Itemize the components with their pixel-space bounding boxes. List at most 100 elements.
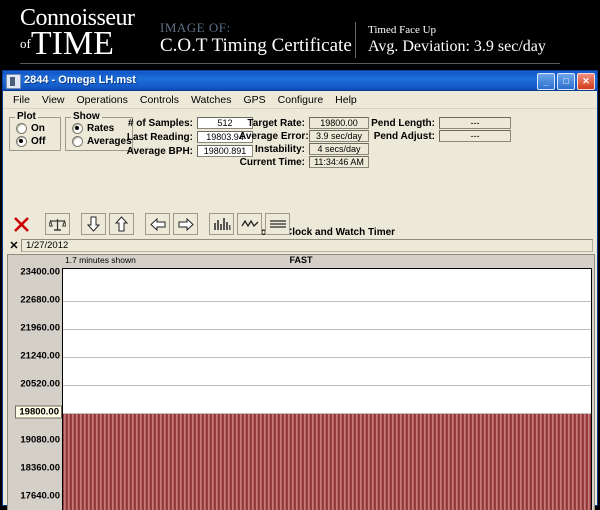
y-tick-1: 22680.00 bbox=[20, 295, 60, 306]
gridline-2 bbox=[63, 329, 591, 330]
arrow-right-icon bbox=[178, 218, 194, 231]
target-rate-row: Target Rate: 19800.00 bbox=[239, 117, 369, 129]
toolbar bbox=[9, 213, 290, 235]
bar-chart-icon bbox=[213, 217, 231, 231]
balance-scale-icon bbox=[49, 217, 66, 232]
samples-row: # of Samples: 512 bbox=[125, 117, 253, 129]
y-tick-6: 19080.00 bbox=[20, 435, 60, 446]
bar-chart-view-button[interactable] bbox=[209, 213, 234, 235]
show-rates-option[interactable]: Rates bbox=[72, 122, 132, 135]
show-averages-radio[interactable] bbox=[72, 136, 83, 147]
move-down-button[interactable] bbox=[81, 213, 106, 235]
y-tick-8: 17640.00 bbox=[20, 491, 60, 502]
average-error-label: Average Error: bbox=[239, 131, 305, 142]
close-icon: ✕ bbox=[578, 75, 594, 87]
pend-length-value: --- bbox=[439, 117, 511, 129]
average-bph-row: Average BPH: 19800.891 bbox=[125, 145, 253, 157]
avg-deviation-label: Avg. Deviation: 3.9 sec/day bbox=[368, 37, 546, 56]
show-group: Show Rates Averages bbox=[65, 117, 133, 151]
target-rate-label: Target Rate: bbox=[239, 118, 305, 129]
close-button[interactable]: ✕ bbox=[577, 73, 595, 90]
control-panel: Plot On Off Show bbox=[3, 109, 597, 179]
show-group-title: Show bbox=[71, 111, 102, 122]
strip-chart-view-button[interactable] bbox=[265, 213, 290, 235]
chart-plot-area[interactable] bbox=[62, 268, 592, 510]
balance-scale-button[interactable] bbox=[45, 213, 70, 235]
banner-rule bbox=[20, 63, 560, 64]
average-error-value: 3.9 sec/day bbox=[309, 130, 369, 142]
pend-adjust-label: Pend Adjust: bbox=[369, 131, 435, 142]
wave-line-icon bbox=[241, 218, 259, 230]
application-icon bbox=[6, 74, 21, 89]
move-right-button[interactable] bbox=[173, 213, 198, 235]
menu-item-operations[interactable]: Operations bbox=[71, 93, 134, 107]
rate-bars-series bbox=[63, 414, 591, 510]
session-date-field[interactable]: 1/27/2012 bbox=[21, 239, 593, 252]
instability-label: Instability: bbox=[239, 144, 305, 155]
brand-time-text: TIME bbox=[31, 25, 114, 62]
image-of-label: IMAGE OF: bbox=[160, 20, 352, 35]
brand-logo: Connoisseur ofTIME bbox=[20, 6, 135, 60]
arrow-left-icon bbox=[150, 218, 166, 231]
delete-button[interactable] bbox=[9, 213, 34, 235]
chart-y-axis: 23400.00 22680.00 21960.00 21240.00 2052… bbox=[8, 266, 62, 510]
y-tick-7: 18360.00 bbox=[20, 463, 60, 474]
menu-item-help[interactable]: Help bbox=[329, 93, 363, 107]
gridline-3 bbox=[63, 357, 591, 358]
brand-line-time: ofTIME bbox=[20, 28, 135, 60]
menu-item-file[interactable]: File bbox=[7, 93, 36, 107]
window-title: 2844 - Omega LH.mst bbox=[24, 74, 136, 86]
timing-chart: 1.7 minutes shown FAST 23400.00 22680.00… bbox=[7, 254, 595, 510]
chart-body: 23400.00 22680.00 21960.00 21240.00 2052… bbox=[8, 266, 594, 510]
certificate-banner: Connoisseur ofTIME IMAGE OF: C.O.T Timin… bbox=[0, 0, 600, 70]
face-position-label: Timed Face Up bbox=[368, 24, 546, 37]
pend-length-label: Pend Length: bbox=[369, 118, 435, 129]
screenshot-root: Connoisseur ofTIME IMAGE OF: C.O.T Timin… bbox=[0, 0, 600, 510]
average-error-row: Average Error: 3.9 sec/day bbox=[239, 130, 369, 142]
instability-row: Instability: 4 secs/day bbox=[239, 143, 369, 155]
menu-item-view[interactable]: View bbox=[36, 93, 71, 107]
samples-label: # of Samples: bbox=[125, 118, 193, 129]
plot-on-radio[interactable] bbox=[16, 123, 27, 134]
gridline-4 bbox=[63, 385, 591, 386]
current-time-row: Current Time: 11:34:46 AM bbox=[239, 156, 369, 168]
move-left-button[interactable] bbox=[145, 213, 170, 235]
current-time-label: Current Time: bbox=[239, 157, 305, 168]
line-chart-view-button[interactable] bbox=[237, 213, 262, 235]
pend-length-row: Pend Length: --- bbox=[369, 117, 511, 129]
close-session-button[interactable]: ✕ bbox=[7, 239, 21, 252]
plot-on-label: On bbox=[31, 123, 45, 134]
menu-item-configure[interactable]: Configure bbox=[272, 93, 330, 107]
window-title-bar[interactable]: 2844 - Omega LH.mst _ □ ✕ bbox=[3, 71, 597, 91]
y-tick-4: 20520.00 bbox=[20, 379, 60, 390]
minimize-button[interactable]: _ bbox=[537, 73, 555, 90]
menu-item-controls[interactable]: Controls bbox=[134, 93, 185, 107]
menu-item-watches[interactable]: Watches bbox=[185, 93, 237, 107]
arrow-up-icon bbox=[115, 216, 128, 232]
microset-application-window: 2844 - Omega LH.mst _ □ ✕ File View Oper… bbox=[2, 70, 598, 506]
certificate-title: C.O.T Timing Certificate bbox=[160, 35, 352, 57]
plot-group-title: Plot bbox=[15, 111, 38, 122]
plot-off-radio[interactable] bbox=[16, 136, 27, 147]
maximize-button[interactable]: □ bbox=[557, 73, 575, 90]
chart-fast-label: FAST bbox=[8, 255, 594, 265]
show-rates-radio[interactable] bbox=[72, 123, 83, 134]
instability-value: 4 secs/day bbox=[309, 143, 369, 155]
banner-center-block: IMAGE OF: C.O.T Timing Certificate bbox=[160, 20, 352, 57]
plot-off-label: Off bbox=[31, 136, 45, 147]
horizontal-lines-icon bbox=[269, 218, 287, 230]
move-up-button[interactable] bbox=[109, 213, 134, 235]
plot-on-option[interactable]: On bbox=[16, 122, 60, 135]
brand-of-text: of bbox=[20, 36, 31, 51]
menu-item-gps[interactable]: GPS bbox=[237, 93, 271, 107]
show-averages-option[interactable]: Averages bbox=[72, 135, 132, 148]
gridline-1 bbox=[63, 301, 591, 302]
y-tick-3: 21240.00 bbox=[20, 351, 60, 362]
average-bph-label: Average BPH: bbox=[125, 146, 193, 157]
plot-off-option[interactable]: Off bbox=[16, 135, 60, 148]
session-date-row: ✕ 1/27/2012 bbox=[7, 239, 593, 252]
y-tick-0: 23400.00 bbox=[20, 267, 60, 278]
plot-group: Plot On Off bbox=[9, 117, 61, 151]
chart-header: 1.7 minutes shown FAST bbox=[8, 255, 594, 266]
menu-bar: File View Operations Controls Watches GP… bbox=[3, 91, 597, 109]
